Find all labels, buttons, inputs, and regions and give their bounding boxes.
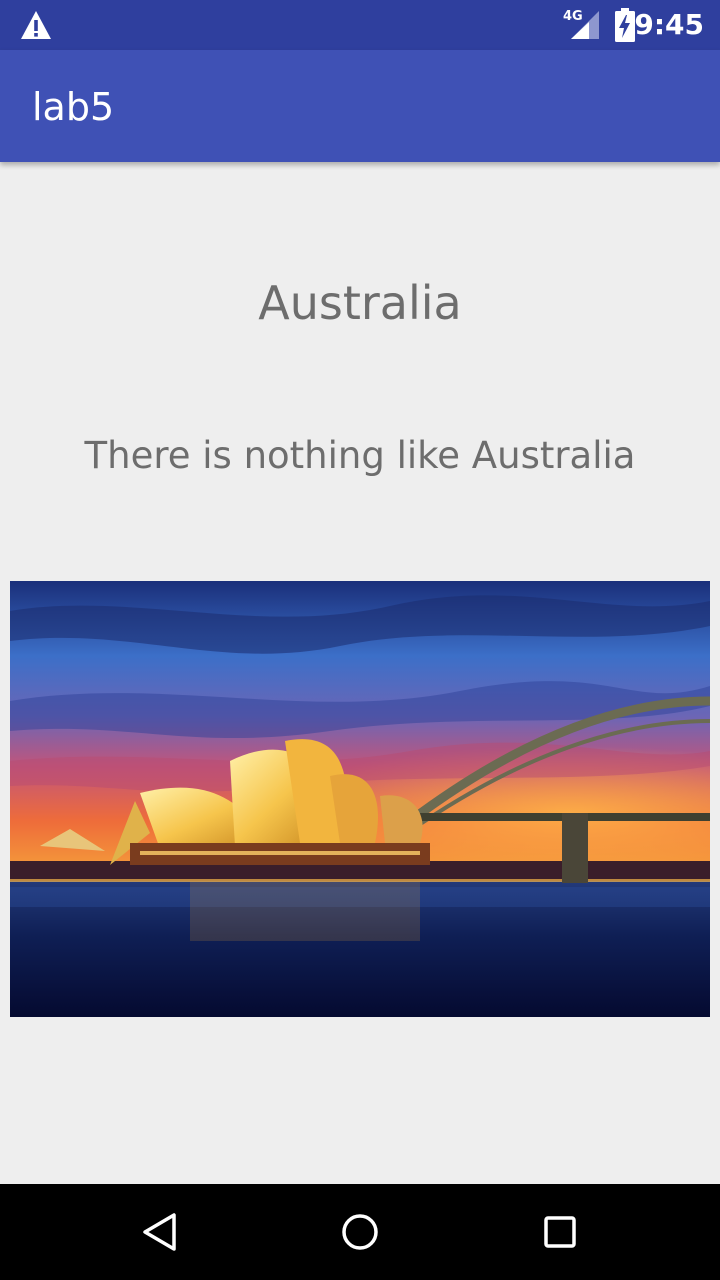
recents-button[interactable] xyxy=(530,1202,590,1262)
signal-icon xyxy=(571,11,599,39)
back-icon xyxy=(143,1213,176,1251)
page-heading: Australia xyxy=(258,276,462,330)
home-icon xyxy=(342,1214,378,1250)
status-bar: 4G 9:45 xyxy=(0,0,720,50)
status-time: 9:45 xyxy=(634,8,704,41)
sydney-opera-house-photo xyxy=(10,581,710,1017)
battery-charging-icon xyxy=(615,8,635,42)
navigation-bar xyxy=(0,1184,720,1280)
recents-icon xyxy=(544,1216,576,1248)
home-button[interactable] xyxy=(330,1202,390,1262)
app-title: lab5 xyxy=(32,85,115,129)
warning-icon xyxy=(21,11,51,39)
page-subheading: There is nothing like Australia xyxy=(84,434,636,477)
back-button[interactable] xyxy=(130,1202,190,1262)
app-bar: lab5 xyxy=(0,50,720,162)
